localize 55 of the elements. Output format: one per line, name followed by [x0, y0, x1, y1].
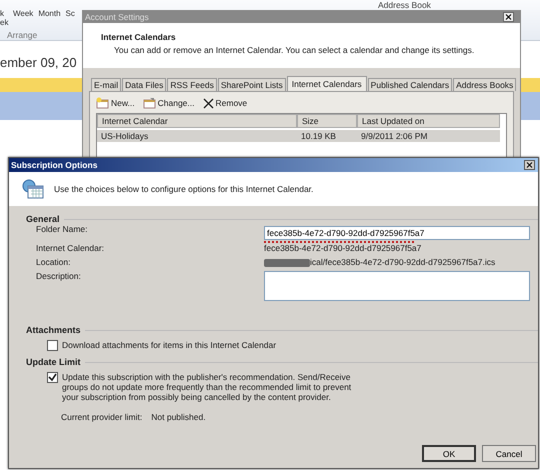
table-cell-text: 10.19 KB	[300, 130, 337, 142]
provider-limit-value: Not published.	[151, 412, 206, 422]
calendar-icon	[142, 97, 156, 109]
field-label: Folder Name:	[36, 224, 88, 234]
redaction-scribble	[264, 259, 310, 267]
table-cell-text: 9/9/2011 2:06 PM	[360, 130, 428, 142]
column-header[interactable]: Size	[297, 114, 357, 128]
calendar-icon	[96, 97, 109, 109]
folder-name-field[interactable]: fece385b-4e72-d790-92dd-d7925967f5a7	[264, 226, 530, 240]
calendar-globe-icon	[22, 179, 44, 199]
date-heading: ember 09, 20	[0, 55, 77, 72]
section-heading: Internet Calendars	[101, 32, 177, 42]
group-heading: General	[26, 214, 60, 224]
close-icon[interactable]	[524, 160, 535, 170]
tab[interactable]: RSS Feeds	[167, 78, 217, 91]
checkbox[interactable]	[47, 372, 58, 383]
ribbon-group-label: Arrange	[7, 30, 38, 40]
field-value: ical/fece385b-4e72-d790-92dd-d7925967f5a7.ics	[310, 257, 496, 267]
toolbar-button[interactable]: Remove	[202, 98, 248, 108]
checkbox-label[interactable]: Update this subscription with the publisher's recommendation. Send/Receive groups do not update more frequently than the recommended limit to prevent your subscription from possibly being cancelled by the content provider.	[62, 372, 367, 402]
provider-limit-label: Current provider limit:	[61, 412, 142, 422]
ribbon-button[interactable]: Week	[13, 9, 34, 18]
tab[interactable]: Published Calendars	[368, 78, 452, 91]
description-field[interactable]	[264, 271, 530, 301]
field-value: fece385b-4e72-d790-92dd-d7925967f5a7	[264, 243, 422, 253]
group-heading: Attachments	[26, 325, 81, 335]
ribbon-button[interactable]: Sc	[66, 9, 75, 18]
section-description: You can add or remove an Internet Calendar. You can select a calendar and change its settings.	[113, 45, 476, 55]
dialog-button[interactable]: OK	[422, 445, 476, 462]
intro-text: Use the choices below to configure options for this Internet Calendar.	[54, 184, 314, 194]
address-book-button[interactable]: Address Book	[378, 0, 431, 10]
remove-icon	[202, 98, 214, 108]
ribbon-button[interactable]: Month	[38, 9, 61, 18]
field-label: Internet Calendar:	[36, 243, 106, 253]
checkbox[interactable]	[47, 340, 58, 351]
close-icon[interactable]	[503, 12, 514, 22]
tab[interactable]: Data Files	[122, 78, 166, 91]
list-row[interactable]: US-Holidays 10.19 KB 9/9/2011 2:06 PM	[97, 130, 500, 142]
tab[interactable]: SharePoint Lists	[218, 78, 286, 91]
table-cell-text: US-Holidays	[100, 130, 150, 142]
column-header[interactable]: Last Updated on	[357, 114, 500, 128]
tab[interactable]: E-mail	[91, 78, 122, 91]
window-title: Account Settings	[83, 11, 520, 23]
tab[interactable]: Address Books	[453, 78, 516, 91]
ribbon-button[interactable]: k ek	[0, 9, 8, 27]
tab[interactable]: Internet Calendars	[286, 76, 367, 91]
checkbox-label[interactable]: Download attachments for items in this Internet Calendar	[62, 340, 276, 350]
column-header[interactable]: Internet Calendar	[97, 114, 297, 128]
window-title: Subscription Options	[9, 158, 538, 172]
toolbar-button[interactable]: Change...	[142, 97, 194, 109]
toolbar-button[interactable]: New...	[96, 97, 135, 109]
field-label: Description:	[36, 271, 82, 281]
dialog-button[interactable]: Cancel	[482, 445, 536, 462]
field-label: Location:	[36, 257, 72, 267]
group-heading: Update Limit	[26, 357, 81, 367]
